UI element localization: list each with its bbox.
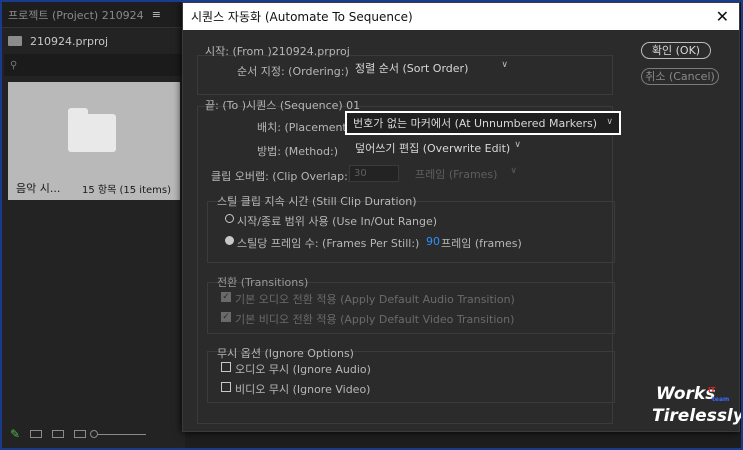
- pencil-icon[interactable]: ✎: [10, 427, 20, 441]
- zoom-slider[interactable]: [90, 429, 147, 438]
- search-icon: ⚲: [10, 59, 18, 71]
- clip-overlap-unit-select[interactable]: 프레임 (Frames) ∨: [409, 165, 523, 183]
- list-view-icon[interactable]: [30, 430, 43, 438]
- ignore-section-label: 무시 옵션 (Ignore Options): [217, 347, 354, 360]
- frames-per-still-label: 스틸당 프레임 수: (Frames Per Still:): [237, 237, 420, 250]
- chevron-down-icon: ∨: [606, 117, 613, 127]
- still-clip-group: [207, 201, 615, 263]
- project-bottom-toolbar: ✎: [2, 420, 185, 448]
- ignore-audio-label: 오디오 무시 (Ignore Audio): [235, 363, 371, 376]
- to-label: 끝: (To )시퀀스 (Sequence) 01: [205, 99, 361, 112]
- project-panel: 프로젝트 (Project) 210924 ≡ 210924.prproj ⚲ …: [2, 2, 185, 448]
- chevron-down-icon: ∨: [510, 166, 517, 176]
- cancel-button[interactable]: 취소 (Cancel): [641, 68, 719, 85]
- folder-icon: [8, 36, 22, 46]
- ignore-audio-checkbox[interactable]: [221, 362, 231, 372]
- dialog-title: 시퀀스 자동화 (Automate To Sequence): [191, 10, 413, 24]
- ignore-video-label: 비디오 무시 (Ignore Video): [235, 383, 371, 396]
- transitions-section-label: 전환 (Transitions): [217, 276, 309, 289]
- project-tab[interactable]: 프로젝트 (Project) 210924 ≡: [2, 2, 185, 28]
- method-value: 덮어쓰기 편집 (Overwrite Edit): [355, 142, 511, 155]
- apply-video-transition-label: 기본 비디오 전환 적용 (Apply Default Video Transi…: [235, 313, 515, 326]
- works-tirelessly-logo: Works IT team Tirelessly: [652, 382, 743, 430]
- automate-to-sequence-dialog: 시퀀스 자동화 (Automate To Sequence) ✕ 확인 (OK)…: [182, 2, 740, 432]
- apply-video-transition-checkbox[interactable]: ✓: [221, 312, 231, 322]
- project-tab-label: 프로젝트 (Project) 210924: [8, 8, 144, 22]
- ignore-video-checkbox[interactable]: [221, 382, 231, 392]
- placement-select[interactable]: 번호가 없는 마커에서 (At Unnumbered Markers) ∨: [345, 111, 621, 135]
- timeline-toolbar: [185, 432, 655, 448]
- placement-label: 배치: (Placement:): [257, 121, 355, 134]
- icon-view-icon[interactable]: [52, 430, 65, 438]
- apply-audio-transition-checkbox[interactable]: ✓: [221, 292, 231, 302]
- apply-audio-transition-label: 기본 오디오 전환 적용 (Apply Default Audio Transi…: [235, 293, 515, 306]
- clip-overlap-unit: 프레임 (Frames): [415, 168, 498, 181]
- ordering-select[interactable]: 정렬 순서 (Sort Order) ∨: [349, 59, 514, 77]
- close-icon[interactable]: ✕: [716, 7, 729, 26]
- logo-it: IT: [708, 386, 716, 394]
- from-label: 시작: (From )210924.prproj: [205, 45, 350, 58]
- placement-value: 번호가 없는 마커에서 (At Unnumbered Markers): [353, 117, 598, 130]
- chevron-down-icon: ∨: [501, 60, 508, 70]
- project-file-row: 210924.prproj: [2, 28, 185, 54]
- bin-item-count: 15 항목 (15 items): [82, 185, 171, 196]
- method-label: 방법: (Method:): [257, 145, 338, 158]
- use-in-out-radio[interactable]: [225, 214, 234, 223]
- clip-overlap-label: 클립 오버랩: (Clip Overlap:): [211, 170, 353, 183]
- ok-button[interactable]: 확인 (OK): [641, 42, 711, 59]
- logo-line1: Works: [656, 384, 716, 404]
- use-in-out-label: 시작/종료 범위 사용 (Use In/Out Range): [237, 215, 438, 228]
- frames-unit: 프레임 (frames): [441, 237, 522, 250]
- project-file-name: 210924.prproj: [30, 34, 109, 48]
- ordering-value: 정렬 순서 (Sort Order): [355, 62, 469, 75]
- zoom-slider-handle[interactable]: [90, 429, 99, 438]
- chevron-down-icon: ∨: [514, 140, 521, 150]
- frames-per-still-value[interactable]: 90: [426, 235, 440, 248]
- method-select[interactable]: 덮어쓰기 편집 (Overwrite Edit) ∨: [349, 139, 527, 157]
- still-section-label: 스틸 클립 지속 시간 (Still Clip Duration): [217, 195, 417, 208]
- freeform-view-icon[interactable]: [74, 430, 87, 438]
- project-search-input[interactable]: ⚲: [4, 54, 184, 76]
- ordering-label: 순서 지정: (Ordering:): [237, 65, 349, 78]
- folder-icon: [68, 108, 116, 152]
- frames-per-still-radio[interactable]: [225, 236, 234, 245]
- clip-overlap-input[interactable]: 30: [349, 165, 399, 182]
- bin-name: 음악 시...: [16, 182, 61, 195]
- logo-line2: Tirelessly: [652, 406, 743, 426]
- hamburger-icon[interactable]: ≡: [152, 8, 161, 21]
- bin-thumbnail[interactable]: 음악 시... 15 항목 (15 items): [8, 82, 180, 200]
- logo-team: team: [712, 396, 730, 403]
- dialog-title-bar: 시퀀스 자동화 (Automate To Sequence): [183, 3, 739, 30]
